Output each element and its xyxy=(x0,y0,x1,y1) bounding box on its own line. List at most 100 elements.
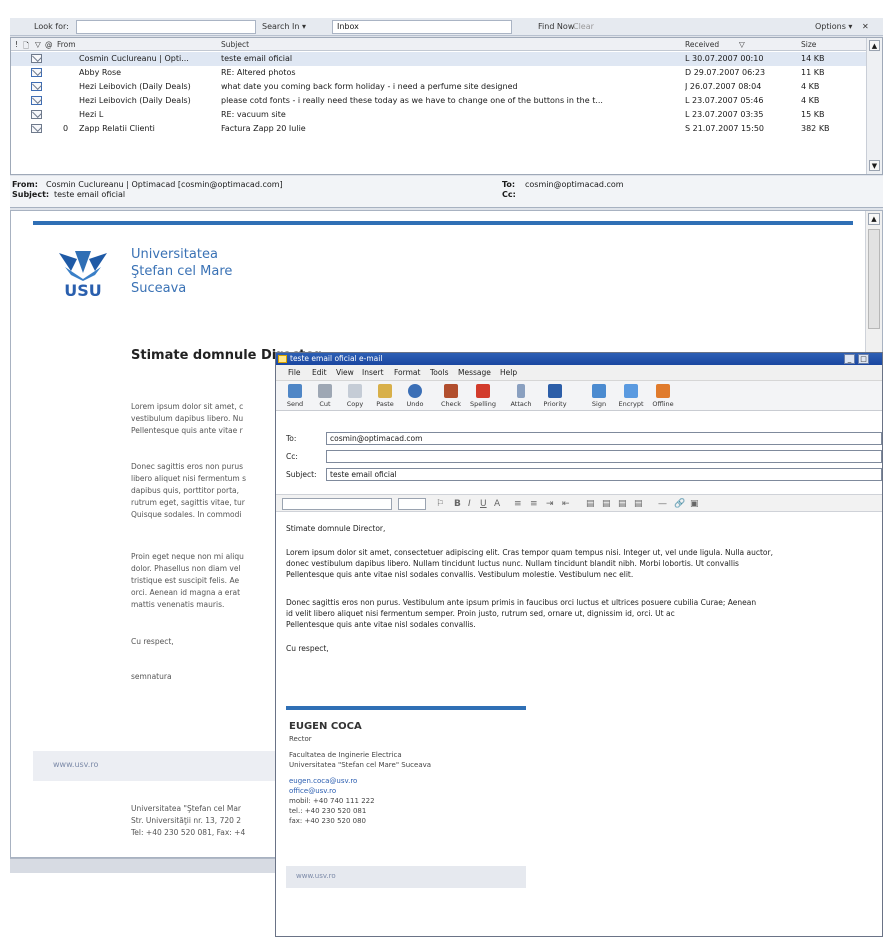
menu-help[interactable]: Help xyxy=(500,368,517,377)
university-logo: USU xyxy=(51,245,115,305)
scroll-down-icon[interactable]: ▼ xyxy=(869,160,880,171)
priority-button[interactable]: Priority xyxy=(542,383,568,409)
message-row[interactable]: Hezi L RE: vacuum site L 23.07.2007 03:3… xyxy=(11,108,866,122)
envelope-icon xyxy=(31,124,42,133)
outdent-icon[interactable]: ⇤ xyxy=(562,499,570,509)
email-signature: semnatura xyxy=(131,672,172,681)
format-icon[interactable]: ⚐ xyxy=(436,499,444,509)
cc-input[interactable] xyxy=(326,450,882,463)
signature-email-link[interactable]: eugen.coca@usv.ro xyxy=(289,777,357,785)
numbered-list-icon[interactable]: ≡ xyxy=(514,499,522,509)
offline-button[interactable]: Offline xyxy=(650,383,676,409)
menu-format[interactable]: Format xyxy=(394,368,420,377)
message-row[interactable]: Abby Rose RE: Altered photos D 29.07.200… xyxy=(11,66,866,80)
justify-icon[interactable]: ▤ xyxy=(634,499,643,509)
row-received: D 29.07.2007 06:23 xyxy=(685,68,766,77)
column-attachment[interactable]: @ xyxy=(45,40,53,49)
column-subject[interactable]: Subject xyxy=(221,40,249,49)
column-flag[interactable]: ▽ xyxy=(35,40,41,49)
envelope-icon xyxy=(31,110,42,119)
signature-footer: www.usv.ro xyxy=(286,866,526,888)
to-input[interactable]: cosmin@optimacad.com xyxy=(326,432,882,445)
clear-button[interactable]: Clear xyxy=(573,22,594,31)
insert-image-icon[interactable]: ▣ xyxy=(690,499,699,509)
column-importance[interactable]: ! xyxy=(15,40,18,49)
row-size: 4 KB xyxy=(801,82,820,91)
bulleted-list-icon[interactable]: ≡ xyxy=(530,499,538,509)
row-from: Cosmin Cuclureanu | Opti... xyxy=(79,54,189,63)
message-list-scrollbar[interactable]: ▲ ▼ xyxy=(866,38,882,174)
cut-button[interactable]: Cut xyxy=(312,383,338,409)
message-row[interactable]: Hezi Leibovich (Daily Deals) please cotd… xyxy=(11,94,866,108)
search-in-field[interactable]: Inbox xyxy=(332,20,512,34)
compose-titlebar[interactable]: teste email oficial e-mail _ □ xyxy=(276,353,882,365)
message-row[interactable]: Hezi Leibovich (Daily Deals) what date y… xyxy=(11,80,866,94)
font-select[interactable] xyxy=(282,498,392,510)
cc-label: Cc: xyxy=(502,190,516,199)
search-in-button[interactable]: Search In ▾ xyxy=(262,22,306,31)
scroll-up-icon[interactable]: ▲ xyxy=(868,213,880,225)
subject-input[interactable]: teste email oficial xyxy=(326,468,882,481)
university-name-line3: Suceava xyxy=(131,281,187,296)
to-button[interactable]: To: xyxy=(286,434,296,443)
menu-edit[interactable]: Edit xyxy=(312,368,327,377)
bold-icon[interactable]: B xyxy=(454,499,461,509)
body-greeting: Stimate domnule Director, xyxy=(286,524,386,533)
subject-value: teste email oficial xyxy=(54,190,126,199)
send-button[interactable]: Send xyxy=(282,383,308,409)
align-right-icon[interactable]: ▤ xyxy=(618,499,627,509)
minimize-icon[interactable]: _ xyxy=(844,354,855,364)
menu-tools[interactable]: Tools xyxy=(430,368,448,377)
column-received[interactable]: Received xyxy=(685,40,719,49)
row-from: Hezi L xyxy=(79,110,104,119)
website-link[interactable]: www.usv.ro xyxy=(53,760,98,769)
cc-field-row: Cc: xyxy=(284,449,882,464)
compose-body[interactable]: Stimate domnule Director, Lorem ipsum do… xyxy=(276,513,882,936)
insert-link-icon[interactable]: 🔗 xyxy=(674,499,685,509)
options-button[interactable]: Options ▾ xyxy=(815,22,852,31)
sign-button[interactable]: Sign xyxy=(586,383,612,409)
menu-view[interactable]: View xyxy=(336,368,354,377)
body-closing: Cu respect, xyxy=(286,644,329,653)
body-paragraph: Lorem ipsum dolor sit amet, consectetuer… xyxy=(286,548,773,579)
encrypt-button[interactable]: Encrypt xyxy=(618,383,644,409)
envelope-open-icon xyxy=(31,68,42,77)
cc-button[interactable]: Cc: xyxy=(286,452,298,461)
menu-insert[interactable]: Insert xyxy=(362,368,384,377)
signature-email-link[interactable]: office@usv.ro xyxy=(289,787,336,795)
horizontal-line-icon[interactable]: — xyxy=(658,499,667,509)
font-size-select[interactable] xyxy=(398,498,426,510)
paste-button[interactable]: Paste xyxy=(372,383,398,409)
look-for-label: Look for: xyxy=(34,22,69,31)
indent-icon[interactable]: ⇥ xyxy=(546,499,554,509)
find-now-button[interactable]: Find Now xyxy=(538,22,574,31)
italic-icon[interactable]: I xyxy=(468,499,471,509)
column-from[interactable]: From xyxy=(57,40,76,49)
font-color-icon[interactable]: A xyxy=(494,499,500,509)
attach-button[interactable]: Attach xyxy=(508,383,534,409)
look-for-input[interactable] xyxy=(76,20,256,34)
sign-icon xyxy=(592,384,606,398)
underline-icon[interactable]: U xyxy=(480,499,487,509)
align-center-icon[interactable]: ▤ xyxy=(602,499,611,509)
compose-title: teste email oficial e-mail xyxy=(290,354,383,363)
check-names-button[interactable]: Check xyxy=(438,383,464,409)
column-size[interactable]: Size xyxy=(801,40,816,49)
encrypt-icon xyxy=(624,384,638,398)
scroll-up-icon[interactable]: ▲ xyxy=(869,40,880,51)
menu-file[interactable]: File xyxy=(288,368,301,377)
maximize-icon[interactable]: □ xyxy=(858,354,869,364)
scroll-thumb[interactable] xyxy=(868,229,880,329)
undo-button[interactable]: Undo xyxy=(402,383,428,409)
from-value: Cosmin Cuclureanu | Optimacad [cosmin@op… xyxy=(46,180,283,189)
message-row[interactable]: Cosmin Cuclureanu | Opti... teste email … xyxy=(11,52,866,66)
align-left-icon[interactable]: ▤ xyxy=(586,499,595,509)
menu-message[interactable]: Message xyxy=(458,368,491,377)
message-row[interactable]: 0 Zapp Relatii Clienti Factura Zapp 20 I… xyxy=(11,122,866,136)
copy-button[interactable]: Copy xyxy=(342,383,368,409)
signature-website-link[interactable]: www.usv.ro xyxy=(296,872,336,880)
spelling-button[interactable]: Spelling xyxy=(470,383,496,409)
email-paragraph: Donec sagittis eros non purus libero ali… xyxy=(131,462,247,519)
row-subject: what date you coming back form holiday -… xyxy=(221,82,518,91)
close-icon[interactable]: ✕ xyxy=(862,22,869,31)
